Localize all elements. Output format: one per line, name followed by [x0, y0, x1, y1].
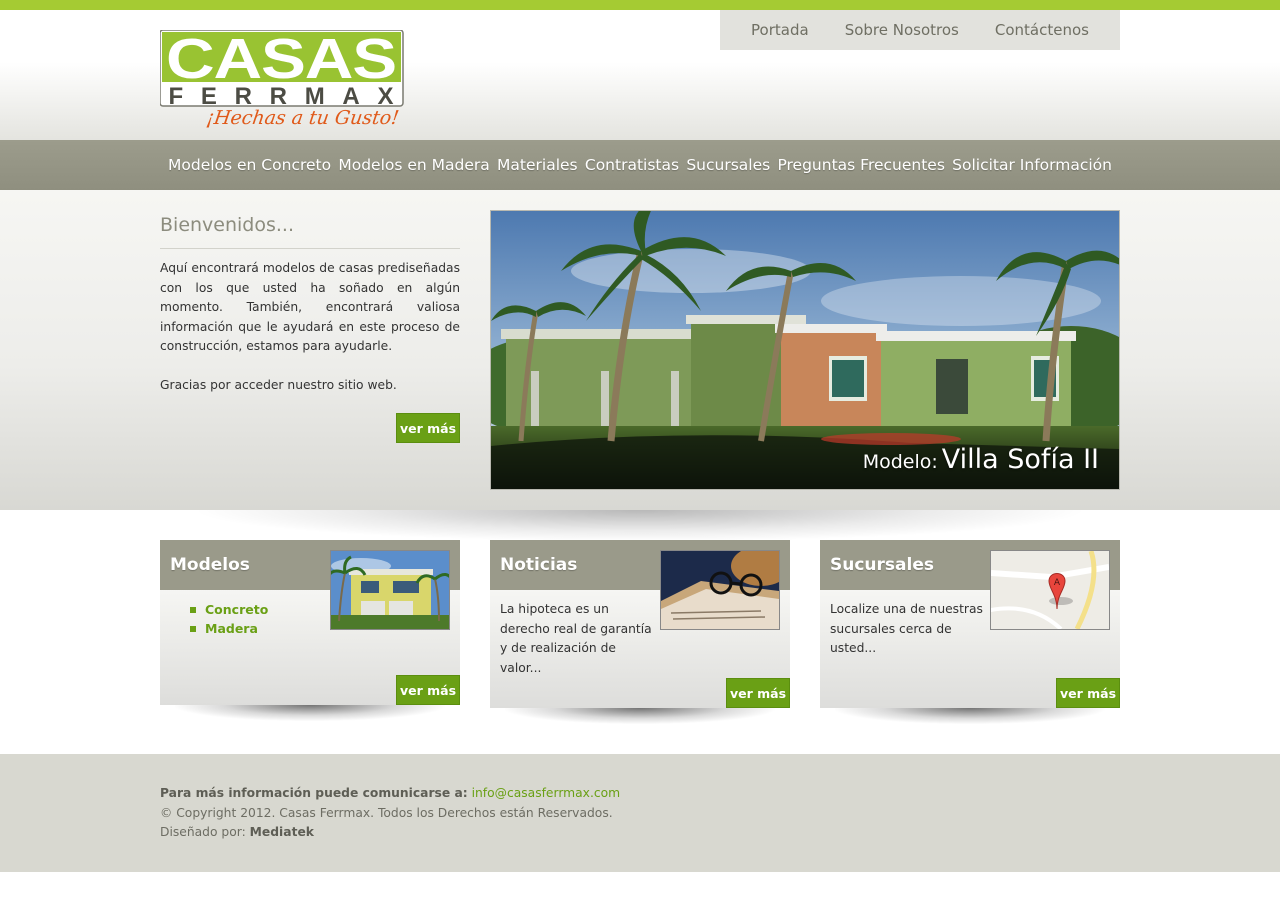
nav-preguntas-frecuentes[interactable]: Preguntas Frecuentes [777, 156, 944, 174]
welcome-thanks: Gracias por acceder nuestro sitio web. [160, 377, 397, 392]
section-shadow [190, 510, 1090, 542]
slider-caption: Modelo: Villa Sofía II [863, 444, 1099, 475]
nav-materiales[interactable]: Materiales [497, 156, 578, 174]
footer-designer-name[interactable]: Mediatek [250, 825, 314, 839]
top-nav-portada[interactable]: Portada [751, 21, 809, 39]
footer-contact-line: Para más información puede comunicarse a… [160, 784, 620, 804]
top-accent-line [0, 0, 1280, 10]
footer-designed-label: Diseñado por: [160, 825, 246, 839]
logo-top-text: CASAS [166, 30, 396, 91]
slider-caption-label: Modelo: [862, 451, 938, 473]
newspaper-glasses-photo-icon [660, 550, 780, 630]
top-nav: Portada Sobre Nosotros Contáctenos [720, 10, 1120, 50]
site-logo[interactable]: CASAS FERRMAX ¡Hechas a tu Gusto! [159, 27, 406, 132]
nav-solicitar-informacion[interactable]: Solicitar Información [952, 156, 1112, 174]
models-link-list: Concreto Madera [160, 600, 460, 638]
branches-box-shadow [835, 708, 1105, 724]
models-ver-mas-button[interactable]: ver más [396, 675, 460, 705]
footer-contact-label: Para más información puede comunicarse a… [160, 786, 468, 800]
news-ver-mas-button[interactable]: ver más [726, 678, 790, 708]
models-link-concreto[interactable]: Concreto [190, 600, 460, 619]
nav-modelos-madera[interactable]: Modelos en Madera [338, 156, 489, 174]
nav-contratistas[interactable]: Contratistas [585, 156, 679, 174]
logo-tagline: ¡Hechas a tu Gusto! [205, 106, 401, 129]
welcome-panel: Bienvenidos... Aquí encontrará modelos d… [160, 212, 460, 395]
welcome-title: Bienvenidos... [160, 212, 460, 249]
map-pin-icon: A [990, 550, 1110, 630]
branches-ver-mas-button[interactable]: ver más [1056, 678, 1120, 708]
welcome-ver-mas-button[interactable]: ver más [396, 413, 460, 443]
main-nav: Modelos en Concreto Modelos en Madera Ma… [0, 140, 1280, 190]
map-pin-label: A [1054, 578, 1061, 588]
footer-designer-line: Diseñado por: Mediatek [160, 823, 620, 843]
top-nav-sobre-nosotros[interactable]: Sobre Nosotros [845, 21, 959, 39]
models-box-shadow [175, 705, 445, 721]
footer-copyright: © Copyright 2012. Casas Ferrmax. Todos l… [160, 805, 613, 820]
logo-graphic: CASAS FERRMAX ¡Hechas a tu Gusto! [159, 27, 404, 129]
top-nav-contactenos[interactable]: Contáctenos [995, 21, 1089, 39]
nav-modelos-concreto[interactable]: Modelos en Concreto [168, 156, 331, 174]
welcome-body: Aquí encontrará modelos de casas predise… [160, 261, 460, 353]
news-box-shadow [505, 708, 775, 724]
footer: Para más información puede comunicarse a… [0, 754, 1280, 872]
nav-sucursales[interactable]: Sucursales [686, 156, 770, 174]
slider-caption-model-name: Villa Sofía II [941, 444, 1099, 475]
models-link-madera[interactable]: Madera [190, 619, 460, 638]
featured-model-slider[interactable]: Modelo: Villa Sofía II [490, 210, 1120, 490]
footer-email-link[interactable]: info@casasferrmax.com [472, 786, 621, 800]
